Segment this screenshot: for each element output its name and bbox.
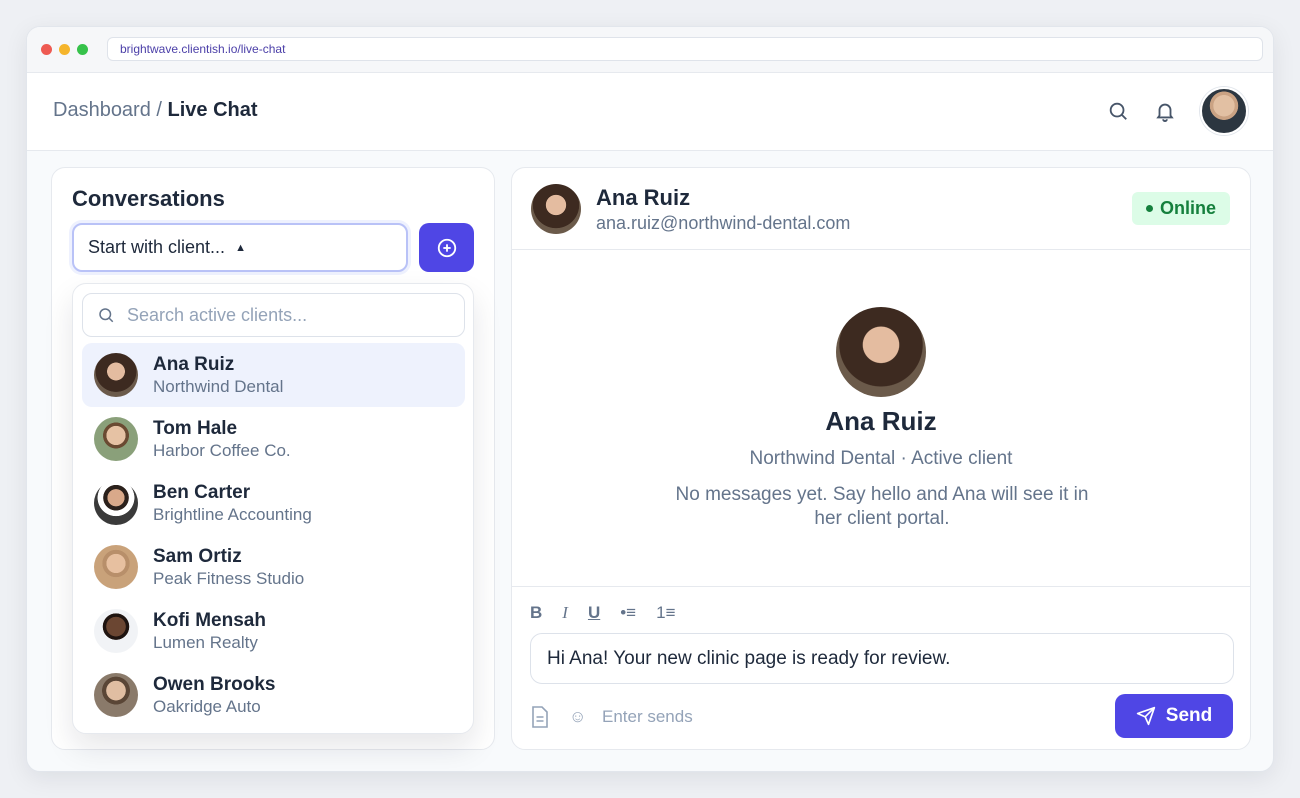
close-window-button[interactable] xyxy=(41,44,52,55)
search-icon xyxy=(99,308,114,323)
maximize-window-button[interactable] xyxy=(77,44,88,55)
avatar xyxy=(94,417,138,461)
window-controls xyxy=(41,44,88,55)
caret-up-icon: ▲ xyxy=(235,241,246,254)
client-item[interactable]: Ana Ruiz Northwind Dental xyxy=(82,343,465,407)
avatar xyxy=(94,481,138,525)
breadcrumb-separator: / xyxy=(150,99,168,121)
app-header: Dashboard / Live Chat xyxy=(27,73,1273,151)
online-dot-icon xyxy=(1145,205,1153,212)
empty-state-message: No messages yet. Say hello and Ana will … xyxy=(675,484,1089,529)
minimize-window-button[interactable] xyxy=(59,44,70,55)
bold-button[interactable]: B xyxy=(530,603,542,623)
client-item[interactable]: Tom Hale Harbor Coffee Co. xyxy=(82,407,465,471)
send-button[interactable]: Send xyxy=(1115,694,1233,738)
breadcrumb: Dashboard / Live Chat xyxy=(53,99,258,122)
avatar xyxy=(531,184,581,234)
chat-header: Ana Ruiz ana.ruiz@northwind-dental.com O… xyxy=(512,168,1250,250)
client-item[interactable]: Owen Brooks Oakridge Auto xyxy=(82,663,465,727)
empty-state: Ana Ruiz Northwind Dental · Active clien… xyxy=(512,250,1250,586)
empty-state-name: Ana Ruiz xyxy=(825,406,937,436)
chat-contact-email: ana.ruiz@northwind-dental.com xyxy=(596,213,851,233)
send-icon xyxy=(1136,706,1155,726)
browser-bar: brightwave.clientish.io/live-chat xyxy=(27,27,1273,73)
client-name: Ben Carter xyxy=(153,481,251,503)
browser-window: brightwave.clientish.io/live-chat Dashbo… xyxy=(26,26,1274,772)
client-select-value: Start with client... xyxy=(88,237,226,257)
plus-circle-icon xyxy=(437,238,456,257)
client-search xyxy=(82,293,465,337)
search-icon[interactable] xyxy=(1104,97,1132,125)
chat-panel: Ana Ruiz ana.ruiz@northwind-dental.com O… xyxy=(511,167,1251,750)
message-composer: B I U •≡ 1≡ ☺ Enter sends Send xyxy=(512,586,1250,749)
conversations-title: Conversations xyxy=(72,186,225,211)
breadcrumb-current: Live Chat xyxy=(167,99,258,121)
client-name: Owen Brooks xyxy=(153,673,276,695)
avatar xyxy=(94,609,138,653)
bell-icon[interactable] xyxy=(1151,97,1179,125)
client-item[interactable]: Sam Ortiz Peak Fitness Studio xyxy=(82,535,465,599)
avatar xyxy=(836,307,926,397)
avatar xyxy=(94,673,138,717)
client-name: Ana Ruiz xyxy=(153,353,235,375)
empty-state-subtitle: Northwind Dental · Active client xyxy=(749,448,1013,469)
client-name: Sam Ortiz xyxy=(153,545,242,567)
client-company: Peak Fitness Studio xyxy=(153,568,305,588)
client-item[interactable]: Ben Carter Brightline Accounting xyxy=(82,471,465,535)
client-name: Kofi Mensah xyxy=(153,609,266,631)
format-toolbar: B I U •≡ 1≡ xyxy=(530,603,695,623)
avatar xyxy=(94,545,138,589)
message-input[interactable] xyxy=(530,633,1234,684)
client-name: Tom Hale xyxy=(153,417,238,439)
conversations-panel: Conversations Start with client... ▲ Ana… xyxy=(51,167,495,750)
add-conversation-button[interactable] xyxy=(419,223,474,272)
client-dropdown: Ana RuizNorthwind Dental Tom HaleHarbor … xyxy=(72,283,474,734)
address-bar[interactable]: brightwave.clientish.io/live-chat xyxy=(107,37,1263,61)
send-hint: Enter sends xyxy=(602,707,693,726)
client-select[interactable]: Start with client... ▲ xyxy=(72,223,408,272)
client-company: Oakridge Auto xyxy=(153,696,261,716)
client-company: Harbor Coffee Co. xyxy=(153,440,291,460)
client-company: Northwind Dental xyxy=(153,376,284,396)
client-item[interactable]: Kofi Mensah Lumen Realty xyxy=(82,599,465,663)
client-company: Lumen Realty xyxy=(153,632,258,652)
italic-button[interactable]: I xyxy=(562,603,568,623)
status-badge-label: Online xyxy=(1159,198,1216,218)
bullet-list-button[interactable]: •≡ xyxy=(620,603,636,623)
client-search-input[interactable] xyxy=(127,304,447,326)
numbered-list-button[interactable]: 1≡ xyxy=(656,603,675,623)
avatar xyxy=(94,353,138,397)
send-label: Send xyxy=(1165,705,1213,726)
client-company: Brightline Accounting xyxy=(153,504,312,524)
chat-contact-name: Ana Ruiz xyxy=(596,185,691,210)
emoji-icon[interactable]: ☺ xyxy=(569,707,586,727)
breadcrumb-parent[interactable]: Dashboard xyxy=(53,99,151,121)
user-avatar[interactable] xyxy=(1200,87,1248,135)
file-icon[interactable] xyxy=(530,706,550,728)
status-badge: Online xyxy=(1131,192,1230,225)
underline-button[interactable]: U xyxy=(588,603,600,623)
